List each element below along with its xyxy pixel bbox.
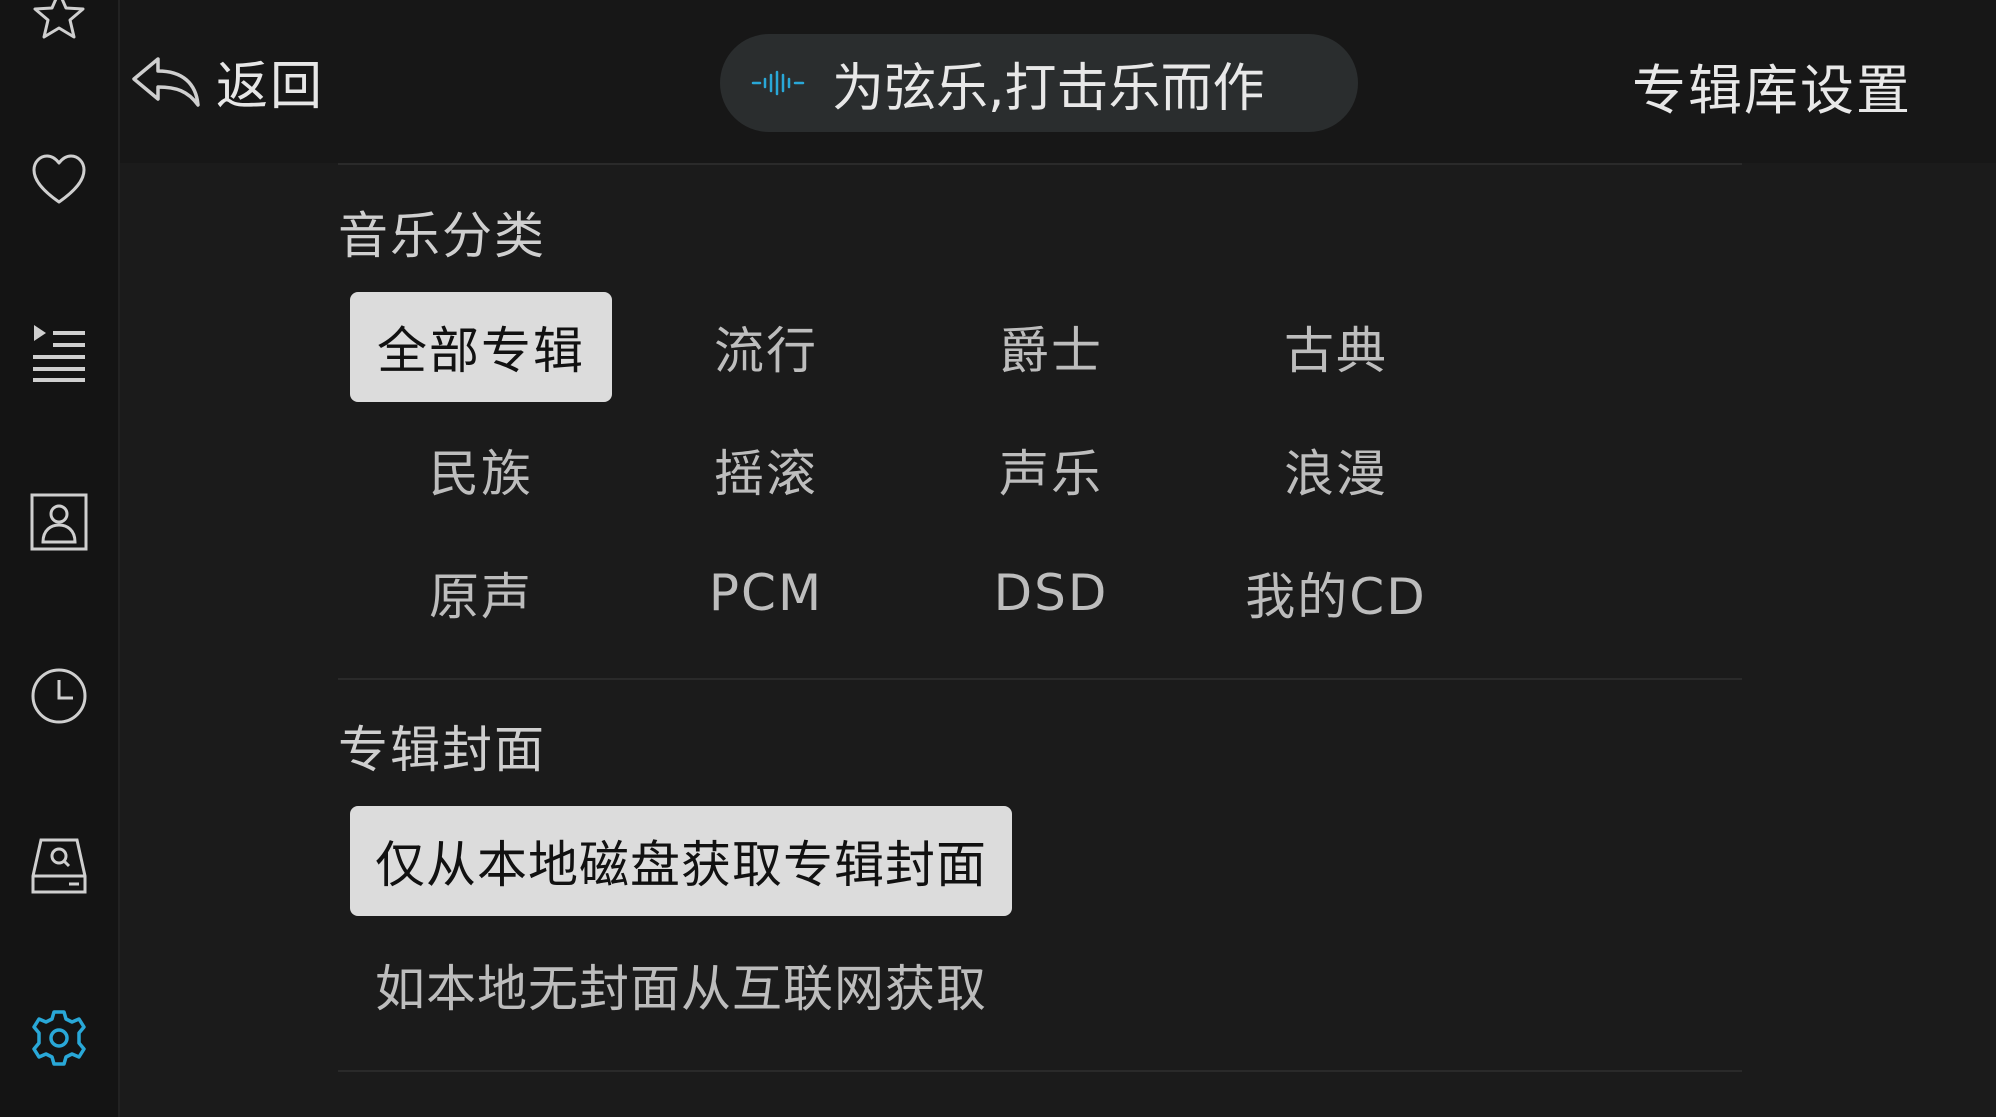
back-arrow-icon	[132, 57, 200, 107]
sidebar-item-settings[interactable]	[29, 1008, 89, 1068]
category-option-dsd[interactable]: DSD	[920, 538, 1182, 648]
sidebar-item-storage[interactable]	[29, 836, 89, 896]
sidebar-item-liked[interactable]	[29, 150, 89, 210]
top-bar: 返回 为弦乐,打击乐而作 专辑库设置	[120, 0, 1996, 163]
waveform-icon	[751, 70, 805, 96]
heart-icon	[32, 154, 86, 204]
section-title-music-category: 音乐分类	[338, 207, 546, 265]
sidebar	[0, 0, 120, 1117]
category-option-pcm[interactable]: PCM	[635, 538, 897, 648]
divider-bottom	[338, 1070, 1742, 1072]
section-title-album-cover: 专辑封面	[338, 721, 546, 779]
category-option-rock[interactable]: 摇滚	[635, 415, 897, 525]
star-icon	[33, 0, 85, 39]
category-option-acoustic[interactable]: 原声	[350, 538, 612, 648]
cover-option-internet-fallback[interactable]: 如本地无封面从互联网获取	[350, 930, 1012, 1040]
category-option-jazz[interactable]: 爵士	[920, 292, 1182, 402]
page-title: 专辑库设置	[1632, 59, 1912, 122]
category-option-romantic[interactable]: 浪漫	[1205, 415, 1467, 525]
back-label: 返回	[216, 56, 325, 117]
sidebar-item-playlist[interactable]	[29, 322, 89, 382]
gear-icon	[32, 1010, 86, 1066]
category-option-vocal[interactable]: 声乐	[920, 415, 1182, 525]
category-option-my-cd[interactable]: 我的CD	[1205, 538, 1467, 648]
app-window: 返回 为弦乐,打击乐而作 专辑库设置 音乐分类 全部专辑 流行 爵士 古典 民族…	[0, 0, 1996, 1117]
sidebar-item-artist[interactable]	[29, 492, 89, 552]
disk-search-icon	[31, 838, 87, 894]
sidebar-item-favorites[interactable]	[29, 0, 89, 46]
cover-option-local-only[interactable]: 仅从本地磁盘获取专辑封面	[350, 806, 1012, 916]
divider-top	[338, 163, 1742, 165]
person-icon	[30, 493, 88, 551]
category-option-classical[interactable]: 古典	[1205, 292, 1467, 402]
playlist-icon	[33, 325, 85, 382]
back-button[interactable]: 返回	[128, 46, 325, 117]
clock-icon	[31, 668, 87, 724]
category-option-folk[interactable]: 民族	[350, 415, 612, 525]
sidebar-item-recent[interactable]	[29, 666, 89, 726]
category-option-all[interactable]: 全部专辑	[350, 292, 612, 402]
now-playing-pill[interactable]: 为弦乐,打击乐而作	[720, 34, 1358, 132]
divider-middle	[338, 678, 1742, 680]
now-playing-title: 为弦乐,打击乐而作	[832, 58, 1265, 119]
category-option-pop[interactable]: 流行	[635, 292, 897, 402]
